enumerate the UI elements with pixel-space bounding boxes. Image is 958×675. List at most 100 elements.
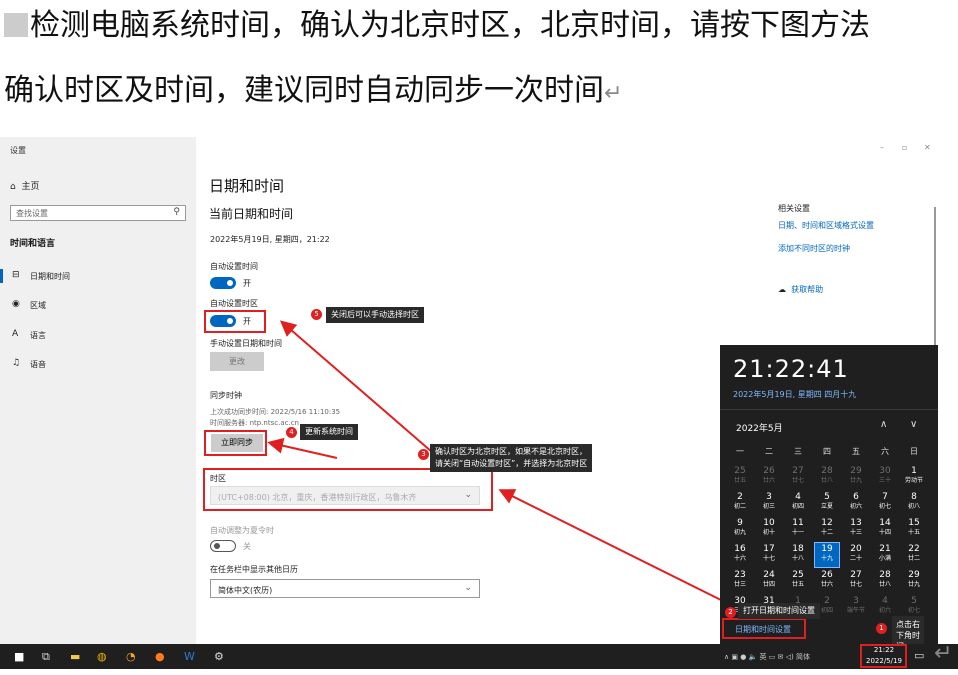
- calendar-day[interactable]: 23 廿三: [728, 569, 752, 593]
- calendar-day[interactable]: 3 初三: [757, 491, 781, 515]
- day-number: 11: [792, 518, 804, 528]
- calendar-day[interactable]: 28 廿八: [815, 465, 839, 489]
- calendar-day[interactable]: 7 初七: [873, 491, 897, 515]
- annotation-callout-2: 打开日期和时间设置: [738, 603, 820, 619]
- calendar-day[interactable]: 22 廿二: [902, 543, 926, 567]
- lunar-date: 初八: [907, 503, 920, 510]
- calendar-day[interactable]: 8 初八: [902, 491, 926, 515]
- calendar-day[interactable]: 11 十一: [786, 517, 810, 541]
- calendar-day[interactable]: 24 廿四: [757, 569, 781, 593]
- calendar-day[interactable]: 1 劳动节: [902, 465, 926, 489]
- lunar-date: 廿二: [907, 555, 920, 562]
- browser-icon[interactable]: ●: [155, 650, 165, 663]
- day-number: 29: [908, 570, 920, 580]
- lunar-date: 初六: [849, 503, 862, 510]
- windows-start-icon[interactable]: ■: [14, 650, 24, 663]
- calendar-day[interactable]: 29 廿九: [902, 569, 926, 593]
- day-number: 29: [850, 466, 862, 476]
- word-icon[interactable]: W: [184, 650, 195, 663]
- lunar-date: 初七: [907, 607, 920, 614]
- calendar-day[interactable]: 30三十: [873, 465, 897, 489]
- lunar-date: 初十: [762, 529, 775, 536]
- lunar-date: 十七: [762, 555, 775, 562]
- day-number: 23: [734, 570, 746, 580]
- task-view-icon[interactable]: ⧉: [42, 650, 50, 664]
- calendar-day[interactable]: 27 廿七: [786, 465, 810, 489]
- weekday-header: 五: [852, 447, 860, 456]
- notification-icon[interactable]: ▭: [914, 649, 924, 662]
- day-number: 10: [763, 518, 775, 528]
- calendar-day[interactable]: 21 小满: [873, 543, 897, 567]
- lunar-date: 廿九: [907, 581, 920, 588]
- day-number: 9: [737, 518, 743, 528]
- flyout-month[interactable]: 2022年5月: [736, 421, 783, 434]
- file-explorer-icon[interactable]: ▬: [70, 650, 80, 663]
- day-number: 16: [734, 544, 746, 554]
- day-number: 7: [882, 492, 888, 502]
- return-mark: ↵: [604, 81, 623, 106]
- taskbar: ■ ⧉ ▬ ◍ ◔ ● W ⚙ ∧ ▣ ● 🔈 英 ▭ ✉ ◁) 简体 21:2…: [0, 644, 958, 669]
- annotation-callout-3: 确认时区为北京时区，如果不是北京时区， 请关闭“自动设置时区”，并选择为北京时区: [430, 444, 593, 472]
- lunar-date: 端午节: [846, 607, 865, 614]
- flyout-date[interactable]: 2022年5月19日, 星期四 四月十九: [733, 389, 856, 400]
- return-mark-bottom: ↵: [934, 641, 953, 666]
- taskbar-clock[interactable]: 21:22 2022/5/19: [866, 645, 902, 667]
- day-number: 3: [853, 596, 859, 606]
- day-number: 14: [879, 518, 891, 528]
- app-icon[interactable]: ◔: [126, 650, 136, 663]
- day-number: 5: [911, 596, 917, 606]
- calendar-day[interactable]: 10 初十: [757, 517, 781, 541]
- lunar-date: 廿五: [733, 477, 746, 484]
- day-number: 22: [908, 544, 920, 554]
- calendar-day[interactable]: 2 初二: [728, 491, 752, 515]
- lunar-date: 廿九: [849, 477, 862, 484]
- annotation-badge-5: 5: [311, 309, 322, 320]
- datetime-settings-link[interactable]: 日期和时间设置: [735, 624, 791, 635]
- calendar-day[interactable]: 26 廿六: [815, 569, 839, 593]
- lunar-date: 廿七: [791, 477, 804, 484]
- calendar-day[interactable]: 15 十五: [902, 517, 926, 541]
- next-month-button[interactable]: ∨: [910, 419, 917, 430]
- calendar-day[interactable]: 16 十六: [728, 543, 752, 567]
- lunar-date: 十四: [878, 529, 891, 536]
- system-tray[interactable]: ∧ ▣ ● 🔈 英 ▭ ✉ ◁) 简体: [724, 652, 810, 662]
- calendar-day[interactable]: 9 初九: [728, 517, 752, 541]
- day-number: 3: [766, 492, 772, 502]
- clock-flyout: 21:22:41 2022年5月19日, 星期四 四月十九 2022年5月 ∧ …: [720, 345, 938, 644]
- calendar-day[interactable]: 12 十二: [815, 517, 839, 541]
- lunar-date: 初九: [733, 529, 746, 536]
- lunar-date: 初三: [762, 503, 775, 510]
- calendar-day[interactable]: 17 十七: [757, 543, 781, 567]
- weekday-header: 一: [736, 447, 744, 456]
- lunar-date: 十八: [791, 555, 804, 562]
- calendar-day[interactable]: 26 廿六: [757, 465, 781, 489]
- calendar-day[interactable]: 6 初六: [844, 491, 868, 515]
- lunar-date: 廿八: [878, 581, 891, 588]
- calendar-day[interactable]: 3 端午节: [844, 595, 868, 619]
- arrow-to-timezone: [498, 489, 726, 603]
- calendar-day[interactable]: 27 廿七: [844, 569, 868, 593]
- prev-month-button[interactable]: ∧: [880, 419, 887, 430]
- day-number: 26: [821, 570, 833, 580]
- calendar-day[interactable]: 5 立夏: [815, 491, 839, 515]
- annotation-badge-3: 3: [418, 449, 429, 460]
- day-number: 17: [763, 544, 775, 554]
- calendar-day[interactable]: 20 二十: [844, 543, 868, 567]
- day-number: 28: [879, 570, 891, 580]
- lunar-date: 十九: [820, 555, 833, 562]
- calendar-day[interactable]: 18 十八: [786, 543, 810, 567]
- day-number: 27: [792, 466, 804, 476]
- calendar-day[interactable]: 28 廿八: [873, 569, 897, 593]
- calendar-day[interactable]: 4 初四: [786, 491, 810, 515]
- calendar-day[interactable]: 14 十四: [873, 517, 897, 541]
- calendar-day-today[interactable]: 19 十九: [814, 542, 840, 568]
- lunar-date: 小满: [878, 555, 891, 562]
- settings-gear-icon[interactable]: ⚙: [214, 650, 224, 663]
- lunar-date: 初四: [791, 503, 804, 510]
- calendar-day[interactable]: 25 廿五: [786, 569, 810, 593]
- calendar-day[interactable]: 29 廿九: [844, 465, 868, 489]
- calendar-day[interactable]: 13 十三: [844, 517, 868, 541]
- chrome-icon[interactable]: ◍: [97, 650, 107, 663]
- flyout-time: 21:22:41: [733, 355, 849, 383]
- calendar-day[interactable]: 25 廿五: [728, 465, 752, 489]
